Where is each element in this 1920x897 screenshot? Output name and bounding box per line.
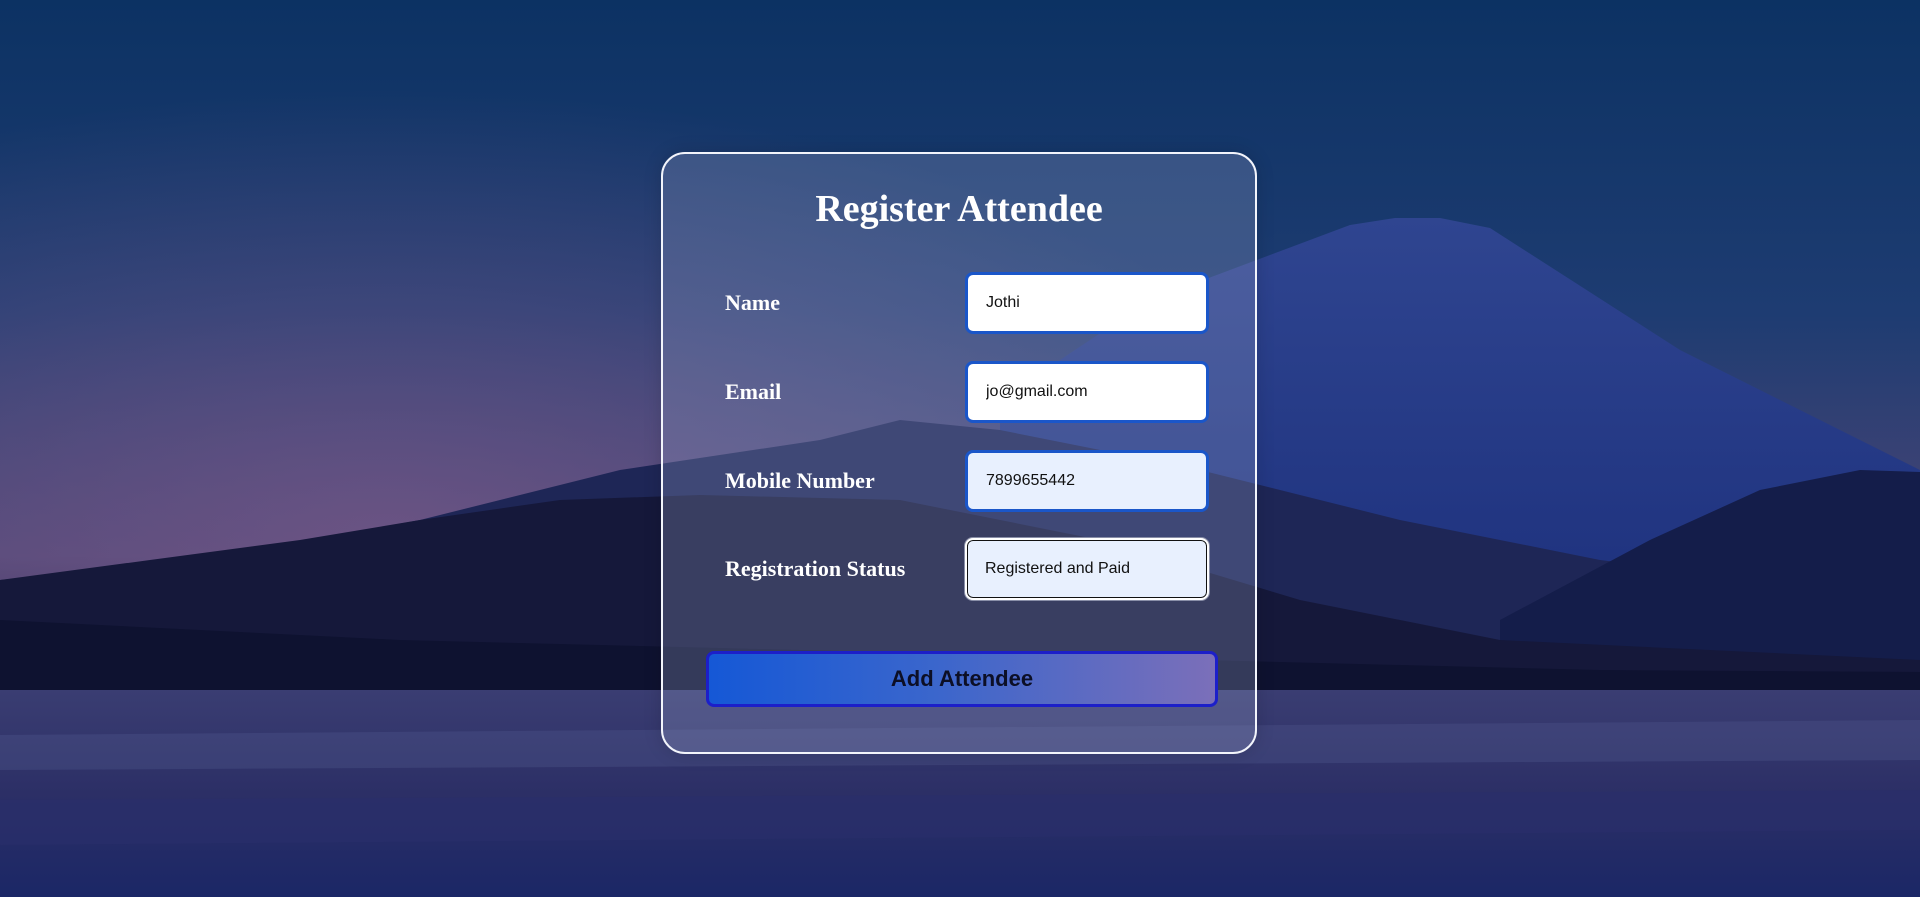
form-title: Register Attendee xyxy=(815,188,1103,230)
email-input[interactable] xyxy=(965,361,1209,423)
mobile-number-input[interactable] xyxy=(965,450,1209,512)
registration-status-input[interactable] xyxy=(965,538,1209,600)
register-attendee-card: Register Attendee Name Email Mobile Numb… xyxy=(661,152,1257,754)
name-input[interactable] xyxy=(965,272,1209,334)
email-label: Email xyxy=(725,379,782,404)
email-field-row: Email xyxy=(725,361,1209,423)
registration-status-label: Registration Status xyxy=(725,556,906,581)
registration-status-field-row: Registration Status xyxy=(725,538,1209,600)
add-attendee-button[interactable]: Add Attendee xyxy=(706,651,1218,707)
mobile-number-label: Mobile Number xyxy=(725,468,875,493)
name-field-row: Name xyxy=(725,272,1209,334)
mobile-number-field-row: Mobile Number xyxy=(725,450,1209,512)
name-label: Name xyxy=(725,290,780,315)
